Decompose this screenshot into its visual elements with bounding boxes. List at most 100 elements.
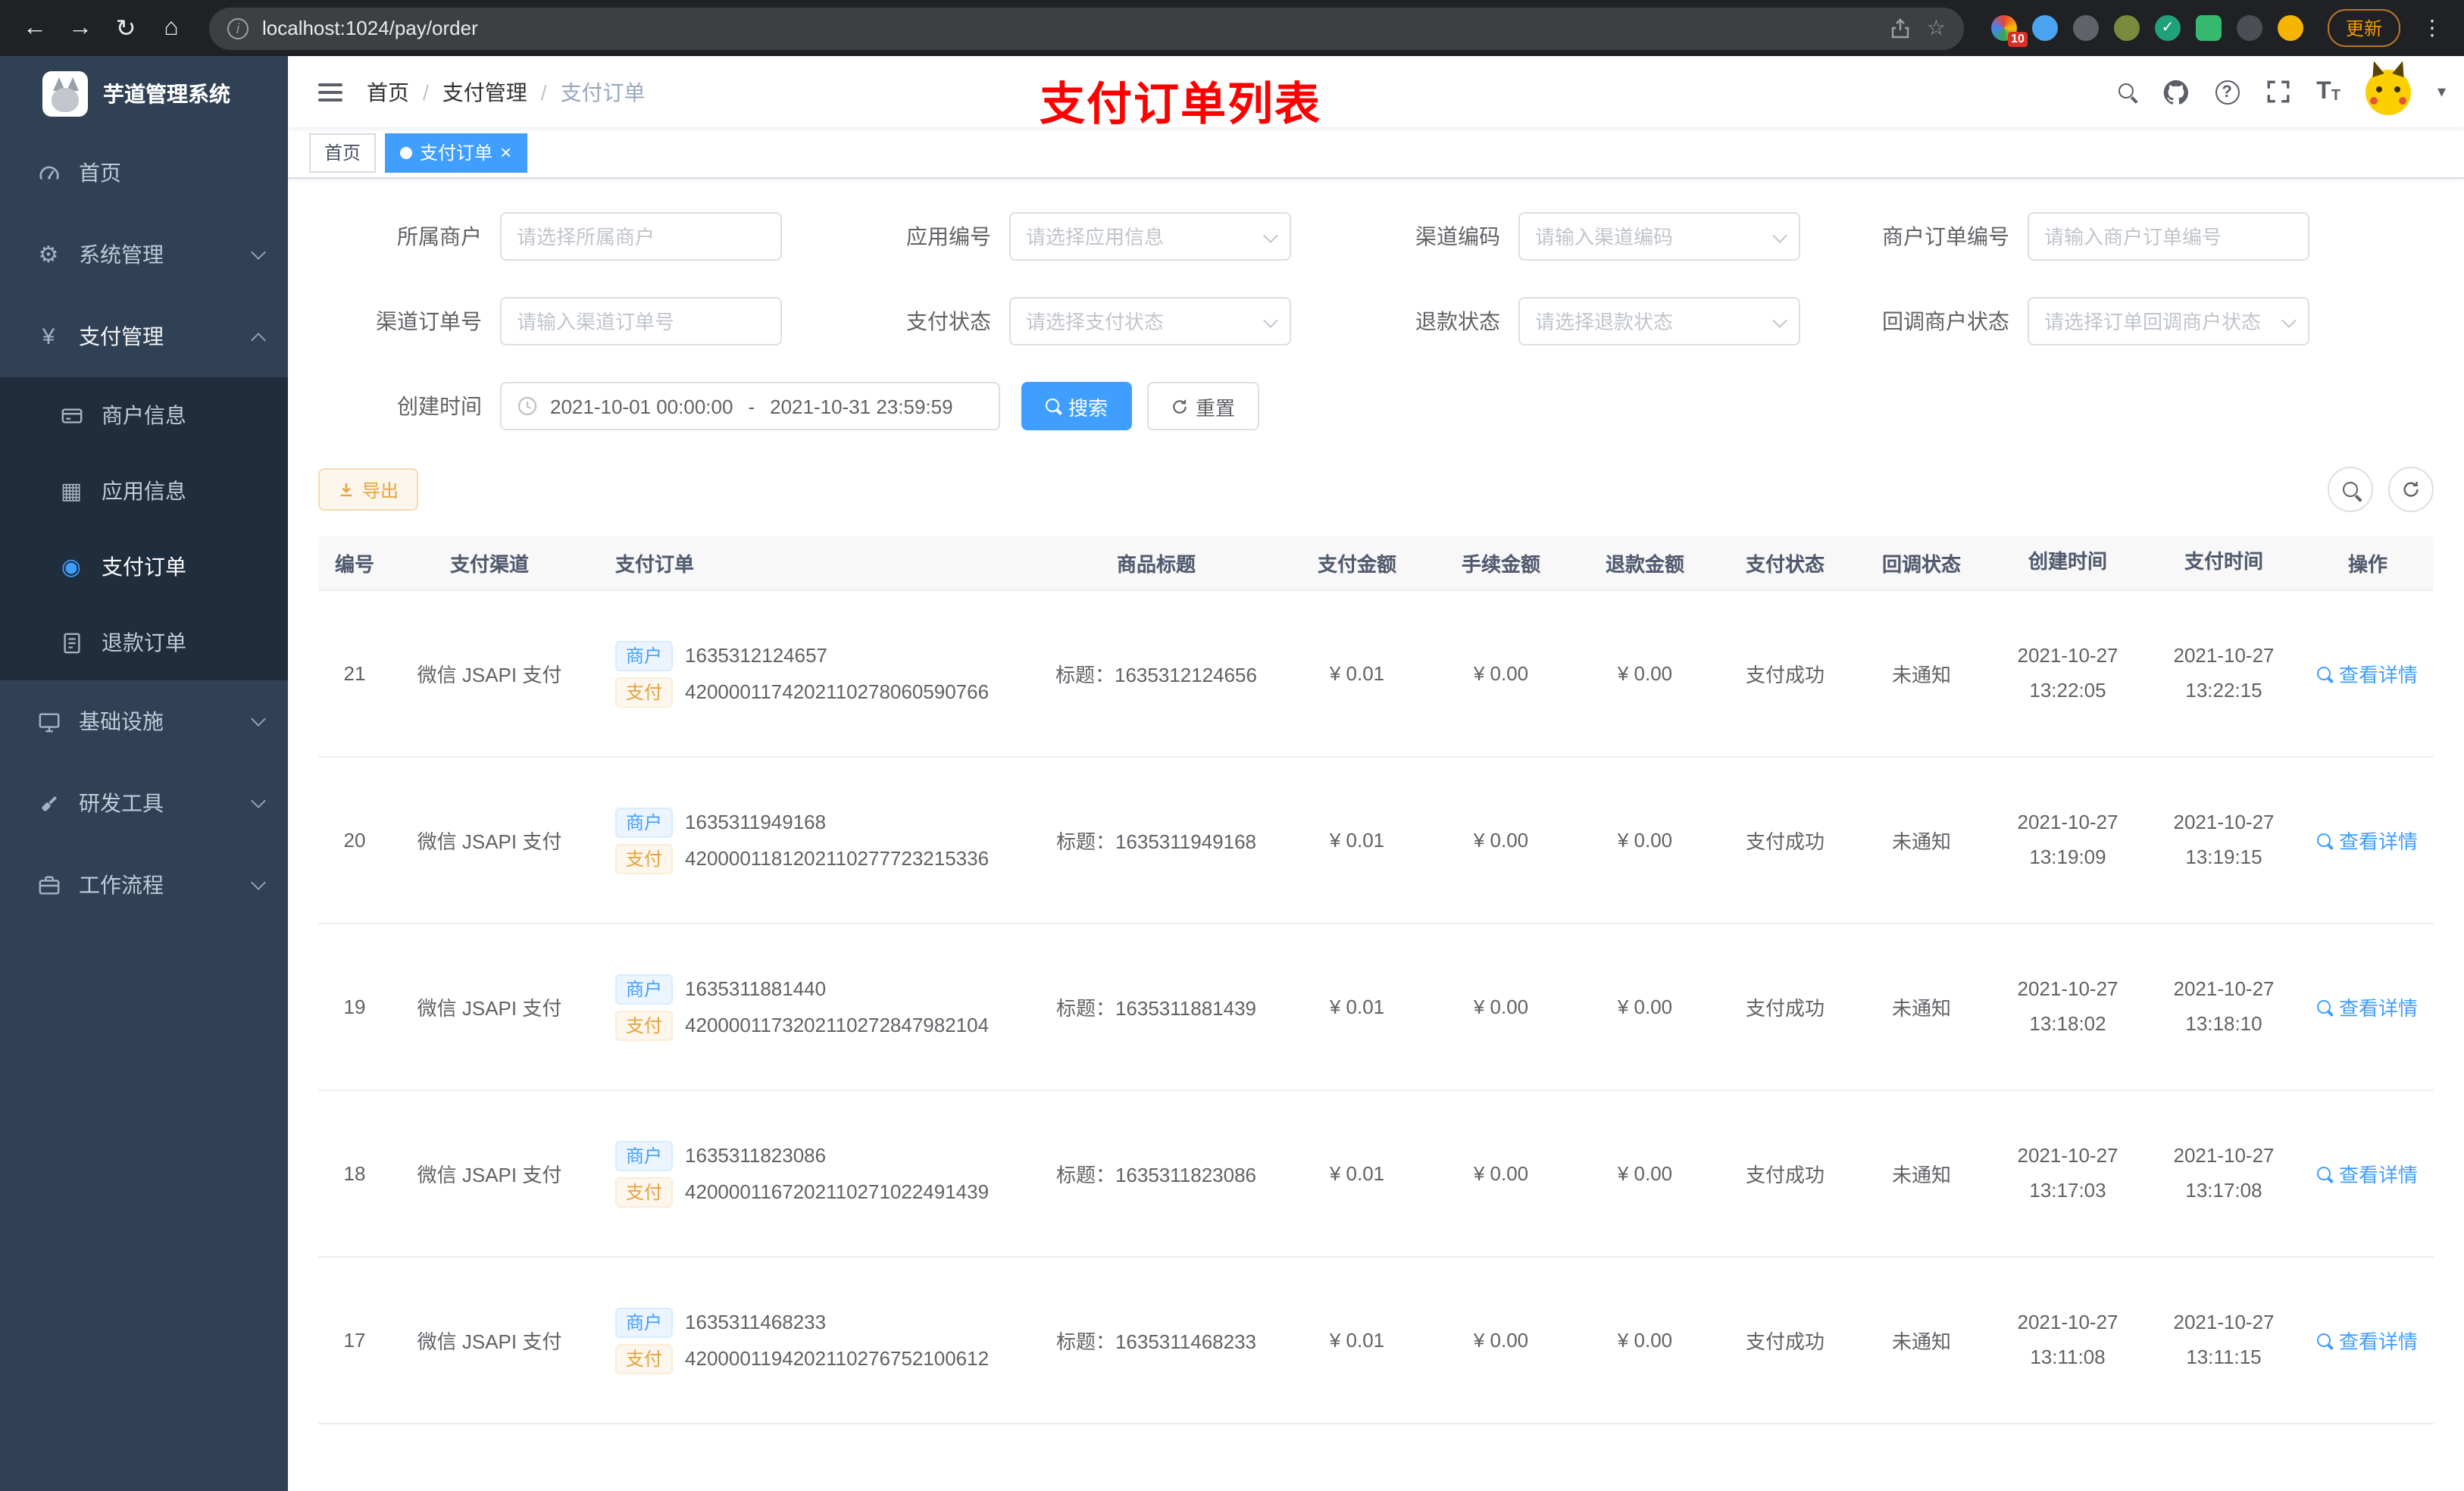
sidebar-item-dev-tools[interactable]: 研发工具 — [0, 762, 288, 844]
date-start[interactable]: 2021-10-01 00:00:00 — [550, 395, 733, 417]
table-row: 21 微信 JSAPI 支付 商户 1635312124657 支付 42000… — [318, 591, 2434, 758]
notify-status-input[interactable] — [2028, 297, 2309, 345]
search-icon[interactable] — [2118, 83, 2136, 101]
cell-id: 17 — [343, 1329, 366, 1352]
channel-order-no-field[interactable] — [500, 297, 782, 345]
browser-menu-icon[interactable]: ⋮ — [2416, 15, 2449, 41]
export-button[interactable]: 导出 — [318, 468, 419, 511]
pay-status-input[interactable] — [1009, 297, 1291, 345]
sidebar-item-pay-order[interactable]: ◉ 支付订单 — [0, 529, 288, 605]
merchant-select[interactable] — [500, 212, 782, 261]
col-header-title: 商品标题 — [1116, 553, 1196, 576]
filter-refund-status: 退款状态 — [1337, 297, 1846, 345]
sidebar-item-home[interactable]: 首页 — [0, 132, 288, 214]
sidebar-item-label: 研发工具 — [79, 791, 164, 815]
breadcrumb-item[interactable]: 支付管理 — [442, 77, 527, 107]
refund-status-input[interactable] — [1518, 297, 1800, 345]
show-search-toggle-button[interactable] — [2328, 467, 2373, 512]
cell-notify: 未通知 — [1891, 997, 1951, 1020]
cell-created: 2021-10-27 13:11:08 — [2017, 1311, 2118, 1368]
sidebar-item-merchant-info[interactable]: 商户信息 — [0, 377, 288, 453]
filter-label: 所属商户 — [397, 224, 482, 248]
chevron-up-icon — [251, 333, 266, 348]
fullscreen-icon[interactable] — [2265, 79, 2290, 105]
extension-icon[interactable]: ✓ — [2154, 15, 2181, 41]
date-end[interactable]: 2021-10-31 23:59:59 — [770, 395, 952, 417]
sidebar-item-workflow[interactable]: 工作流程 — [0, 844, 288, 926]
view-detail-link[interactable]: 查看详情 — [2317, 826, 2418, 855]
close-icon[interactable]: × — [500, 142, 511, 162]
clock-icon — [518, 396, 537, 416]
share-icon[interactable] — [1890, 17, 1912, 39]
refresh-button[interactable] — [2388, 467, 2434, 512]
url-text[interactable]: localhost:1024/pay/order — [262, 17, 1875, 39]
cell-created: 2021-10-27 13:17:03 — [2017, 1144, 2118, 1201]
col-header-notify: 回调状态 — [1881, 553, 1961, 576]
sidebar-item-infrastructure[interactable]: 基础设施 — [0, 680, 288, 762]
app-id-select[interactable] — [1009, 212, 1291, 261]
channel-order-no-input[interactable] — [500, 297, 782, 345]
merchant-order-no-field[interactable] — [2028, 212, 2309, 261]
bookmark-star-icon[interactable]: ☆ — [1927, 15, 1946, 41]
view-detail-link[interactable]: 查看详情 — [2317, 659, 2418, 688]
extension-icon[interactable] — [2031, 15, 2058, 41]
site-info-icon[interactable]: i — [227, 17, 249, 39]
pay-status-select[interactable] — [1009, 297, 1291, 345]
pay-badge: 支付 — [615, 1343, 674, 1374]
sidebar-item-payment[interactable]: ¥ 支付管理 — [0, 295, 288, 377]
channel-code-select[interactable] — [1518, 212, 1800, 261]
cell-id: 21 — [343, 662, 366, 685]
reload-icon[interactable]: ↻ — [106, 8, 145, 48]
font-size-icon[interactable]: TT — [2316, 79, 2340, 104]
forward-icon[interactable]: → — [61, 8, 100, 48]
tab-pay-order[interactable]: 支付订单 × — [385, 133, 527, 172]
extension-icon[interactable] — [2195, 15, 2222, 41]
cell-channel: 微信 JSAPI 支付 — [417, 1164, 562, 1186]
pay-badge: 支付 — [615, 1177, 674, 1207]
pay-badge: 支付 — [615, 1010, 674, 1040]
user-avatar[interactable] — [2366, 58, 2412, 114]
extension-icon[interactable] — [2072, 15, 2099, 41]
cell-title: 标题：1635311823086 — [1055, 1164, 1257, 1186]
back-icon[interactable]: ← — [15, 8, 55, 48]
cell-fee: ¥ 0.00 — [1473, 996, 1529, 1018]
download-icon — [340, 482, 352, 496]
cell-channel: 微信 JSAPI 支付 — [417, 830, 562, 853]
sidebar-item-app-info[interactable]: ▦ 应用信息 — [0, 453, 288, 529]
sidebar-item-label: 首页 — [79, 161, 121, 185]
view-detail-link[interactable]: 查看详情 — [2317, 1326, 2418, 1355]
view-detail-link[interactable]: 查看详情 — [2317, 1159, 2418, 1188]
tab-home[interactable]: 首页 — [309, 133, 377, 172]
cell-fee: ¥ 0.00 — [1473, 1162, 1529, 1185]
cell-actions: 查看详情 — [2302, 659, 2434, 688]
extension-icon[interactable] — [2236, 15, 2262, 41]
sidebar-item-system[interactable]: ⚙ 系统管理 — [0, 214, 288, 295]
refund-status-select[interactable] — [1518, 297, 1800, 345]
page-annotation: 支付订单列表 — [1040, 80, 1321, 130]
merchant-input[interactable] — [500, 212, 782, 261]
cell-order: 商户 1635311157136 — [588, 1486, 1027, 1491]
merchant-order-no-input[interactable] — [2028, 212, 2309, 261]
address-bar[interactable]: i localhost:1024/pay/order ☆ — [209, 7, 1964, 49]
home-icon[interactable]: ⌂ — [152, 8, 191, 48]
search-button[interactable]: 搜索 — [1021, 382, 1133, 430]
pay-order-no: 4200001174202110278060590766 — [685, 680, 990, 703]
filter-label: 应用编号 — [906, 224, 991, 248]
channel-code-input[interactable] — [1518, 212, 1800, 261]
breadcrumb-item[interactable]: 首页 — [367, 77, 409, 107]
app-id-input[interactable] — [1009, 212, 1291, 261]
extension-icon[interactable]: 10 — [1990, 15, 2028, 47]
user-dropdown-caret-icon[interactable]: ▾ — [2437, 82, 2446, 102]
col-header-actions: 操作 — [2347, 553, 2387, 576]
extension-icon[interactable] — [2113, 15, 2140, 41]
profile-avatar-icon[interactable] — [2277, 15, 2303, 41]
github-icon[interactable] — [2162, 78, 2189, 105]
notify-status-select[interactable] — [2028, 297, 2309, 345]
reset-button[interactable]: 重置 — [1147, 382, 1260, 430]
hamburger-icon[interactable] — [318, 78, 342, 105]
sidebar-item-refund-order[interactable]: 退款订单 — [0, 605, 288, 680]
view-detail-link[interactable]: 查看详情 — [2317, 992, 2418, 1021]
help-icon[interactable]: ? — [2215, 80, 2240, 104]
date-range-picker[interactable]: 2021-10-01 00:00:00 - 2021-10-31 23:59:5… — [500, 382, 1000, 430]
browser-update-button[interactable]: 更新 — [2327, 9, 2400, 47]
